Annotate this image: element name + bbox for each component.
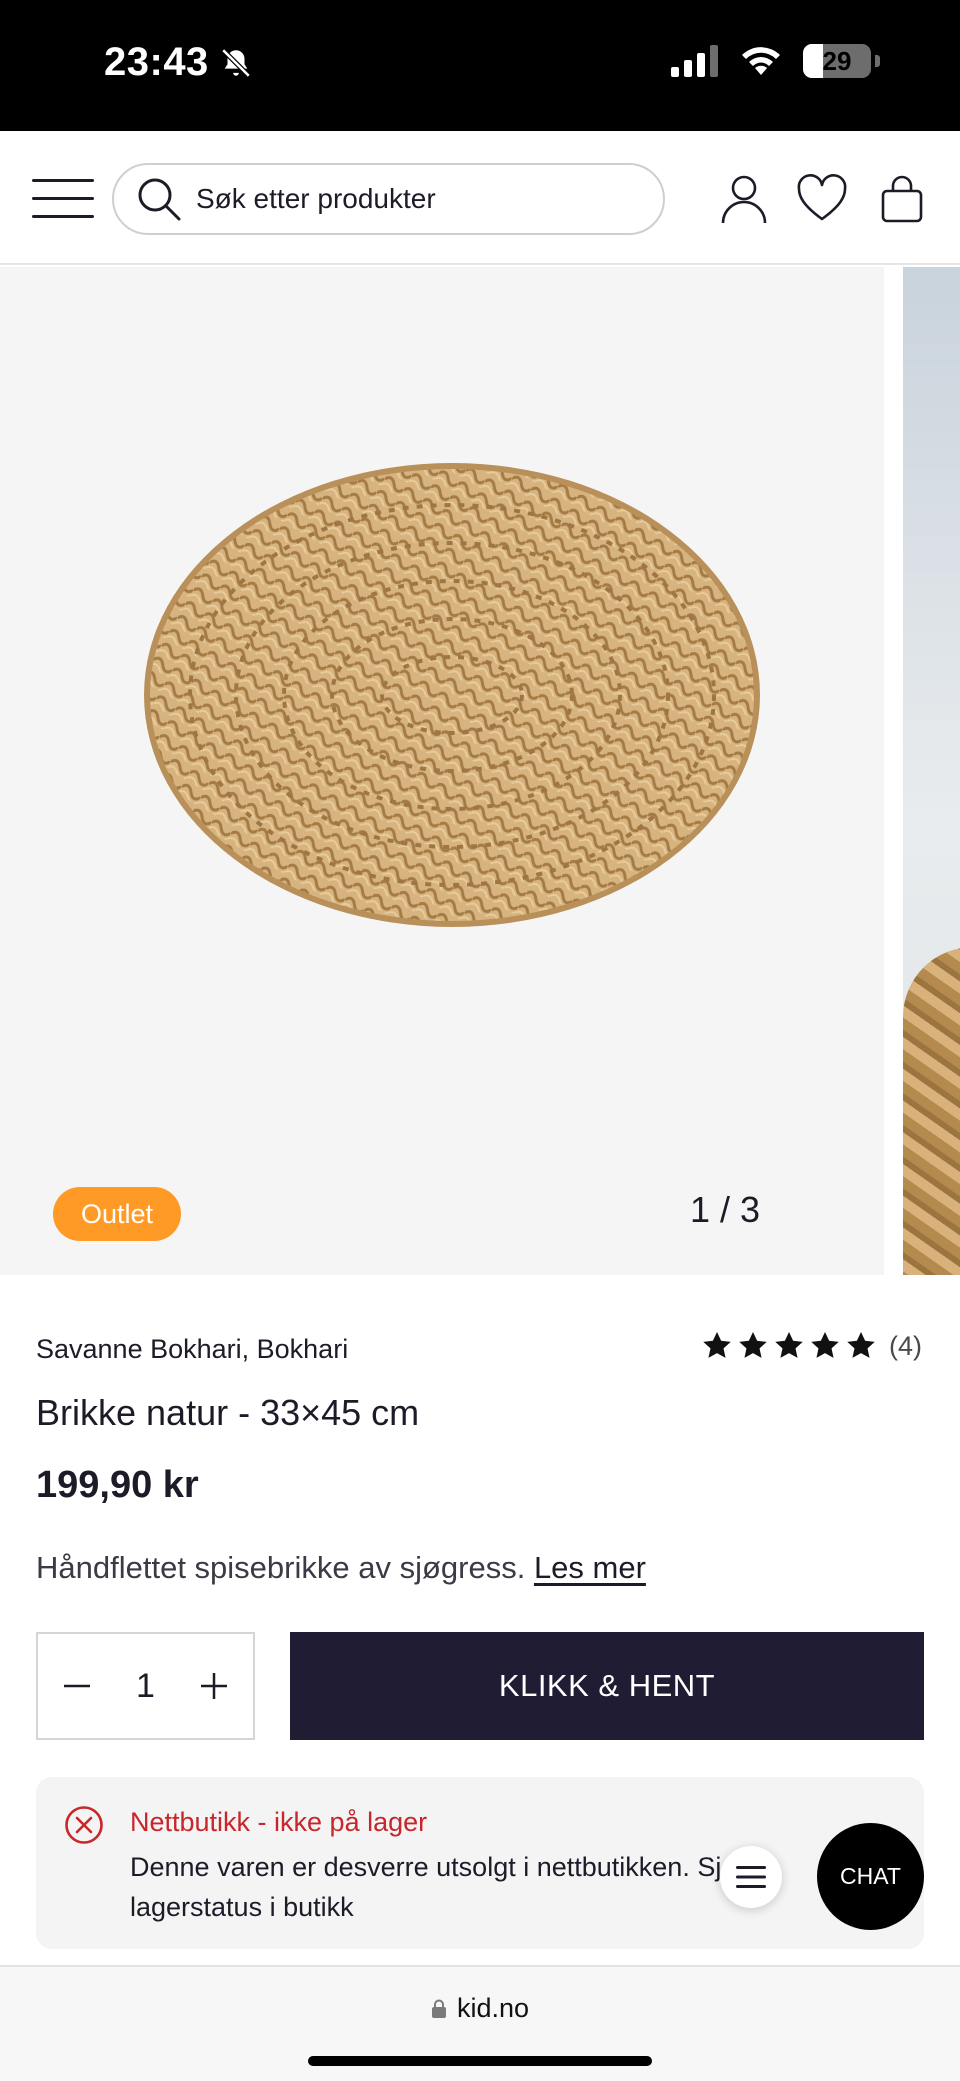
star-icon <box>703 1332 731 1358</box>
battery-level: 29 <box>822 45 852 76</box>
bag-icon[interactable] <box>876 173 928 225</box>
stock-notice-title: Nettbutikk - ikke på lager <box>130 1807 428 1837</box>
next-product-image[interactable] <box>903 267 960 1275</box>
error-circle-icon <box>65 1806 103 1844</box>
product-title: Brikke natur - 33×45 cm <box>36 1392 420 1433</box>
url-text: kid.no <box>456 1993 530 2023</box>
address-url[interactable]: kid.no <box>0 1993 960 2024</box>
product-rating[interactable]: (4) <box>701 1330 922 1362</box>
star-icon <box>847 1332 875 1358</box>
status-indicators: 29 <box>671 44 880 78</box>
bell-slash-icon <box>221 47 251 78</box>
battery-tip <box>875 55 880 67</box>
battery-fill <box>803 44 823 78</box>
status-time-text: 23:43 <box>104 40 209 84</box>
quantity-value[interactable]: 1 <box>136 1667 155 1706</box>
star-icon <box>775 1332 803 1358</box>
star-icon <box>739 1332 767 1358</box>
home-indicator[interactable] <box>308 2056 652 2066</box>
quantity-stepper: 1 <box>36 1632 255 1740</box>
floating-menu-button[interactable] <box>720 1846 782 1908</box>
placemat-image <box>144 463 760 927</box>
minus-icon[interactable] <box>60 1669 94 1703</box>
product-image[interactable]: Outlet 1 / 3 <box>0 267 884 1275</box>
lock-icon <box>431 1999 446 2018</box>
menu-lines-icon <box>736 1866 766 1888</box>
menu-icon[interactable] <box>32 179 94 219</box>
description-text: Håndflettet spisebrikke av sjøgress. <box>36 1550 526 1585</box>
status-time: 23:43 <box>104 40 253 85</box>
browser-address-bar: kid.no <box>0 1965 960 2081</box>
image-counter: 1 / 3 <box>689 1189 760 1230</box>
product-description: Håndflettet spisebrikke av sjøgress. Les… <box>36 1550 646 1586</box>
search-icon <box>138 178 181 221</box>
rating-stars <box>701 1330 877 1362</box>
star-icon <box>811 1332 839 1358</box>
outlet-badge: Outlet <box>53 1187 182 1241</box>
wifi-icon <box>742 47 780 75</box>
battery-icon: 29 <box>803 44 871 78</box>
product-brand[interactable]: Savanne Bokhari, Bokhari <box>36 1334 348 1365</box>
search-bar[interactable] <box>112 163 665 235</box>
read-more-link[interactable]: Les mer <box>534 1550 646 1585</box>
chat-button[interactable]: CHAT <box>817 1823 924 1930</box>
plus-icon[interactable] <box>197 1669 231 1703</box>
search-input[interactable] <box>196 183 616 215</box>
heart-icon[interactable] <box>796 173 848 225</box>
rating-count: (4) <box>889 1330 922 1361</box>
product-gallery[interactable]: Outlet 1 / 3 <box>0 267 960 1275</box>
user-icon[interactable] <box>718 173 770 225</box>
click-and-collect-button[interactable]: KLIKK & HENT <box>290 1632 924 1740</box>
site-header <box>0 131 960 265</box>
signal-icon <box>671 45 718 77</box>
next-image-mat <box>903 947 960 1275</box>
product-price: 199,90 kr <box>36 1464 199 1506</box>
stock-notice: Nettbutikk - ikke på lager Denne varen e… <box>36 1777 924 1949</box>
status-bar: 23:43 29 <box>0 0 960 131</box>
